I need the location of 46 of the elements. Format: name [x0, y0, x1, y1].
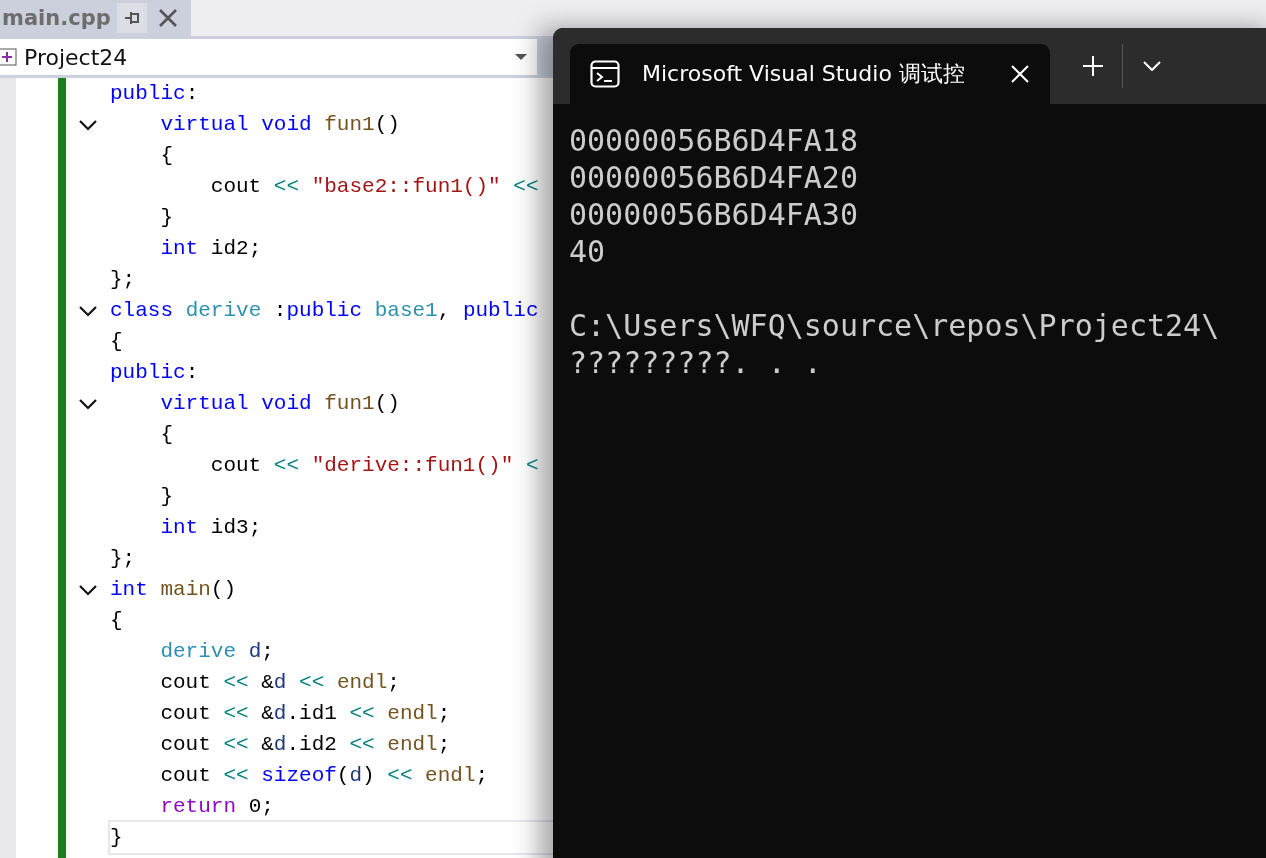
code-line: { — [159, 422, 173, 448]
tab-title: main.cpp — [2, 6, 111, 30]
code-line: derive d; — [159, 639, 274, 665]
code-line: { — [110, 608, 123, 634]
code-line: } — [159, 484, 173, 510]
code-line: public: — [110, 81, 199, 107]
code-line: }; — [110, 267, 136, 293]
code-line: virtual void fun1() — [159, 112, 400, 138]
console-message-line: ?????????. . . — [569, 344, 823, 381]
console-output-line: 40 — [569, 233, 607, 270]
code-line: { — [159, 143, 173, 169]
chevron-icon[interactable] — [78, 397, 98, 410]
terminal-tab[interactable]: Microsoft Visual Studio 调试控 — [570, 44, 1050, 104]
caret-icon — [515, 53, 527, 61]
code-line: public: — [110, 360, 199, 386]
code-line: cout << &d.id1 << endl; — [159, 701, 451, 727]
code-line: int id2; — [159, 236, 262, 262]
console-output-line: 00000056B6D4FA18 — [569, 122, 859, 159]
code-line: int id3; — [159, 515, 262, 541]
code-line: cout << &d.id2 << endl; — [159, 732, 451, 758]
code-line: cout << sizeof(d) << endl; — [159, 763, 489, 789]
console-icon — [590, 60, 620, 88]
console-message-line: C:\Users\WFQ\source\repos\Project24\ — [569, 307, 1221, 344]
terminal-title: Microsoft Visual Studio 调试控 — [642, 60, 966, 88]
cpp-project-icon — [0, 46, 18, 68]
code-line: int main() — [110, 577, 237, 603]
close-icon[interactable] — [1010, 64, 1030, 84]
code-line: class derive :public base1, public — [110, 298, 539, 324]
code-line: virtual void fun1() — [159, 391, 400, 417]
code-line: } — [159, 205, 173, 231]
code-line: cout << &d << endl; — [159, 670, 400, 696]
plus-icon — [1082, 55, 1104, 77]
code-line: { — [110, 329, 123, 355]
close-icon — [156, 7, 179, 29]
pin-button[interactable] — [116, 3, 147, 33]
code-line: cout << "base2::fun1()" << — [209, 174, 539, 200]
chevron-icon — [1143, 61, 1161, 71]
project-dropdown[interactable]: Project24 — [0, 39, 537, 75]
code-line: cout << "derive::fun1()" < — [209, 453, 539, 479]
console-output-line: 00000056B6D4FA20 — [569, 159, 859, 196]
code-line: return 0; — [159, 794, 274, 820]
chevron-icon[interactable] — [78, 583, 98, 596]
chevron-icon[interactable] — [78, 118, 98, 131]
chevron-icon[interactable] — [78, 304, 98, 317]
code-line: }; — [110, 546, 136, 572]
console-output-line: 00000056B6D4FA30 — [569, 196, 859, 233]
